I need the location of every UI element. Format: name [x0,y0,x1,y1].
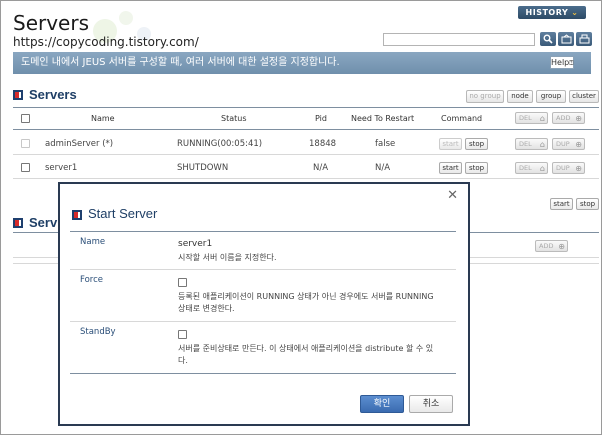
select-all-checkbox[interactable] [21,114,30,123]
search-button[interactable] [540,32,556,46]
force-help-text: 등록된 애플리케이션이 RUNNING 상태가 아닌 경우에도 서버를 RUNN… [178,292,434,313]
row-checkbox[interactable] [21,163,30,172]
dup-label: DUP [556,164,570,172]
help-icon: ⍰ [569,59,574,67]
row-checkbox[interactable] [21,139,30,148]
force-checkbox[interactable] [178,278,187,287]
confirm-button[interactable]: 확인 [360,395,404,413]
dup-button[interactable]: DUP ⊕ [552,138,585,150]
add-label: ADD [556,114,571,122]
second-add-button[interactable]: ADD ⊕ [535,240,568,252]
help-label: Help [551,58,570,67]
plus-icon: ⊕ [558,242,565,251]
description-bar: 도메인 내에서 JEUS 서버를 구성할 때, 여러 서버에 대한 설정을 지정… [13,52,591,74]
column-header-status: Status [221,114,247,123]
page-title: Servers [13,11,90,35]
section-flag-icon [13,90,23,100]
plus-icon: ⊕ [575,140,582,149]
del-header-button[interactable]: DEL ⌂ [515,112,548,124]
field-label-force: Force [80,275,103,285]
server-pid: 18848 [309,139,337,149]
delete-icon: ⌂ [539,140,545,149]
search-input[interactable] [383,33,535,46]
server-name[interactable]: server1 [45,163,77,173]
field-label-standby: StandBy [80,327,116,337]
bulk-stop-button[interactable]: stop [576,198,599,210]
start-button[interactable]: start [439,138,462,150]
server-name-value: server1 [178,239,213,249]
plus-icon: ⊕ [575,164,582,173]
history-label: HISTORY [525,8,569,17]
dup-button[interactable]: DUP ⊕ [552,162,585,174]
dup-label: DUP [556,140,570,148]
close-icon[interactable]: ✕ [447,188,458,203]
standby-checkbox[interactable] [178,330,187,339]
filter-node-button[interactable]: node [507,90,533,103]
filter-cluster-button[interactable]: cluster [569,90,599,103]
dialog-title: Start Server [88,206,158,221]
delete-icon: ⌂ [539,114,545,123]
name-help-text: 시작할 서버 이름을 지정한다. [178,253,277,262]
stop-button[interactable]: stop [465,138,488,150]
row-divider [13,154,599,155]
help-button[interactable]: Help⍰ [550,56,574,69]
add-server-button[interactable]: ADD ⊕ [552,112,585,124]
column-header-name: Name [91,114,115,123]
server-pid: N/A [313,163,329,173]
refresh-icon [561,34,571,44]
start-button[interactable]: start [439,162,462,174]
config-button[interactable] [576,32,592,46]
stop-button[interactable]: stop [465,162,488,174]
del-button[interactable]: DEL ⌂ [515,138,548,150]
table-top-border [13,107,599,108]
server-need-restart: false [375,139,396,149]
settings-icon [579,34,589,44]
delete-icon: ⌂ [539,164,545,173]
form-top-border [70,231,456,232]
refresh-button[interactable] [558,32,574,46]
del-button[interactable]: DEL ⌂ [515,162,548,174]
filter-group-button[interactable]: group [536,90,566,103]
filter-no-group-button[interactable]: no group [466,90,504,103]
row-divider [13,178,599,179]
column-header-need-to-restart: Need To Restart [351,114,415,123]
server-status: RUNNING(00:05:41) [177,139,263,149]
chevron-down-icon: ⌄ [571,8,579,17]
server-status: SHUTDOWN [177,163,229,173]
second-section-title: Serv [29,215,58,230]
plus-icon: ⊕ [575,114,582,123]
section-flag-icon [13,218,23,228]
bulk-start-button[interactable]: start [550,198,573,210]
form-bottom-border [70,373,456,374]
header-bottom-border [13,129,599,130]
history-button[interactable]: HISTORY ⌄ [518,6,586,19]
form-row-divider [70,269,456,270]
del-label: DEL [519,164,532,172]
field-label-name: Name [80,237,106,247]
form-row-divider [70,321,456,322]
servers-section-title: Servers [29,87,77,102]
page-url: https://copycoding.tistory.com/ [13,35,199,49]
add-label: ADD [539,242,554,250]
search-icon [543,34,553,44]
start-server-dialog: ✕ Start Server Name server1 시작할 서버 이름을 지… [58,182,470,426]
dialog-flag-icon [72,210,82,220]
column-header-command: Command [441,114,483,123]
cancel-button[interactable]: 취소 [409,395,453,413]
server-need-restart: N/A [375,163,391,173]
column-header-pid: Pid [315,114,327,123]
del-label: DEL [519,140,532,148]
standby-help-text: 서버를 준비상태로 만든다. 이 상태에서 애플리케이션을 distribute… [178,344,434,365]
server-name[interactable]: adminServer (*) [45,139,113,149]
